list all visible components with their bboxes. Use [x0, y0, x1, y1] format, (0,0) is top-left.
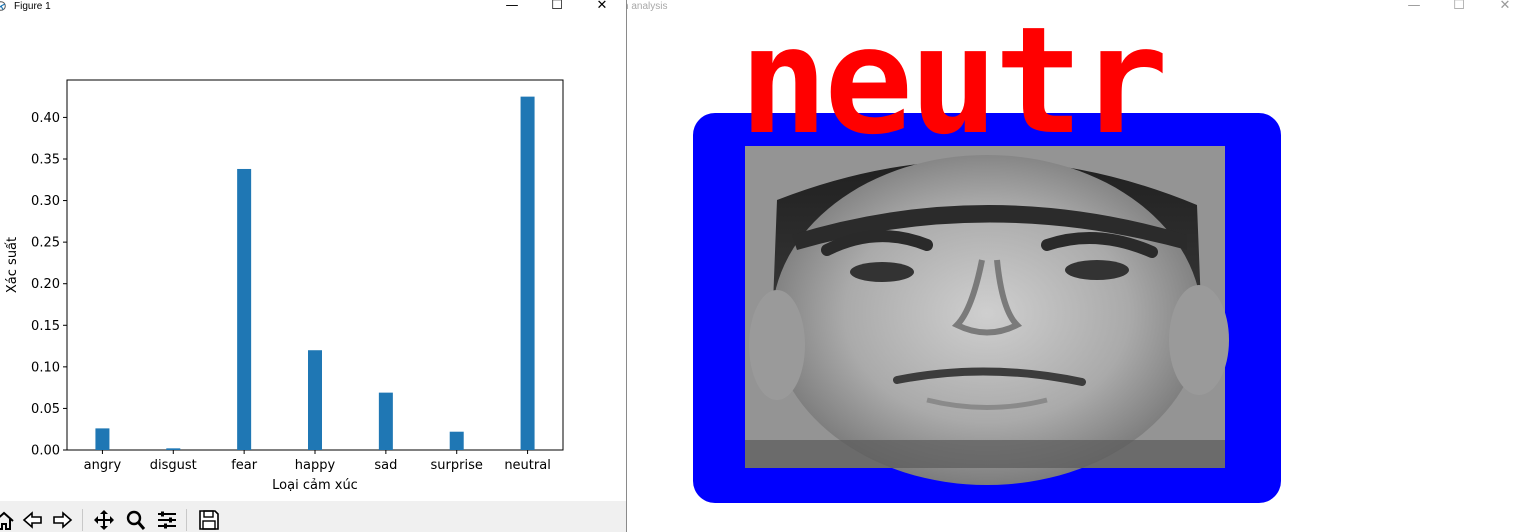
y-tick-label: 0.20	[31, 277, 60, 292]
zoom-icon[interactable]	[124, 509, 148, 531]
emotion-label: neutr	[739, 0, 1165, 167]
x-tick-label: disgust	[150, 458, 197, 473]
y-tick-label: 0.35	[31, 152, 60, 167]
analysis-window: n analysis — ☐ ✕ neutr	[627, 0, 1525, 532]
figure-window: Figure 1 — ☐ ✕ 0.00 0.05 0.10 0.15 0.20 0.25 0…	[0, 0, 626, 532]
annotated-image: neutr	[693, 0, 1281, 503]
bar-surprise	[449, 431, 464, 450]
toolbar-separator	[186, 509, 187, 531]
navigation-toolbar	[0, 501, 626, 532]
bar-chart: 0.00 0.05 0.10 0.15 0.20 0.25 0.30 0.35 0.40 ang…	[5, 79, 564, 493]
x-tick-label: neutral	[504, 458, 551, 473]
x-tick-label: happy	[295, 458, 336, 473]
y-tick-label: 0.40	[31, 111, 60, 126]
y-axis-label: Xác suất	[5, 237, 20, 293]
y-tick-label: 0.30	[31, 194, 60, 209]
y-tick-label: 0.00	[31, 444, 60, 459]
x-tick-label: fear	[231, 458, 258, 473]
forward-icon[interactable]	[50, 509, 74, 531]
x-tick-label: sad	[374, 458, 397, 473]
x-tick-label: angry	[84, 458, 122, 473]
home-icon[interactable]	[0, 509, 16, 531]
bar-happy	[308, 350, 322, 450]
bar-neutral	[520, 96, 535, 450]
y-tick-label: 0.25	[31, 236, 60, 251]
save-icon[interactable]	[197, 509, 221, 531]
y-tick-label: 0.10	[31, 360, 60, 375]
pan-icon[interactable]	[92, 509, 116, 531]
toolbar-separator	[82, 509, 83, 531]
bar-fear	[237, 168, 252, 450]
configure-subplots-icon[interactable]	[155, 509, 179, 531]
y-tick-label: 0.15	[31, 319, 60, 334]
x-tick-label: surprise	[431, 458, 483, 473]
face-image	[745, 146, 1229, 485]
back-icon[interactable]	[21, 509, 45, 531]
bar-angry	[95, 428, 110, 450]
x-axis-label: Loại cảm xúc	[272, 478, 358, 493]
y-tick-label: 0.05	[31, 402, 60, 417]
bar-disgust	[166, 448, 181, 450]
bar-sad	[378, 392, 393, 450]
